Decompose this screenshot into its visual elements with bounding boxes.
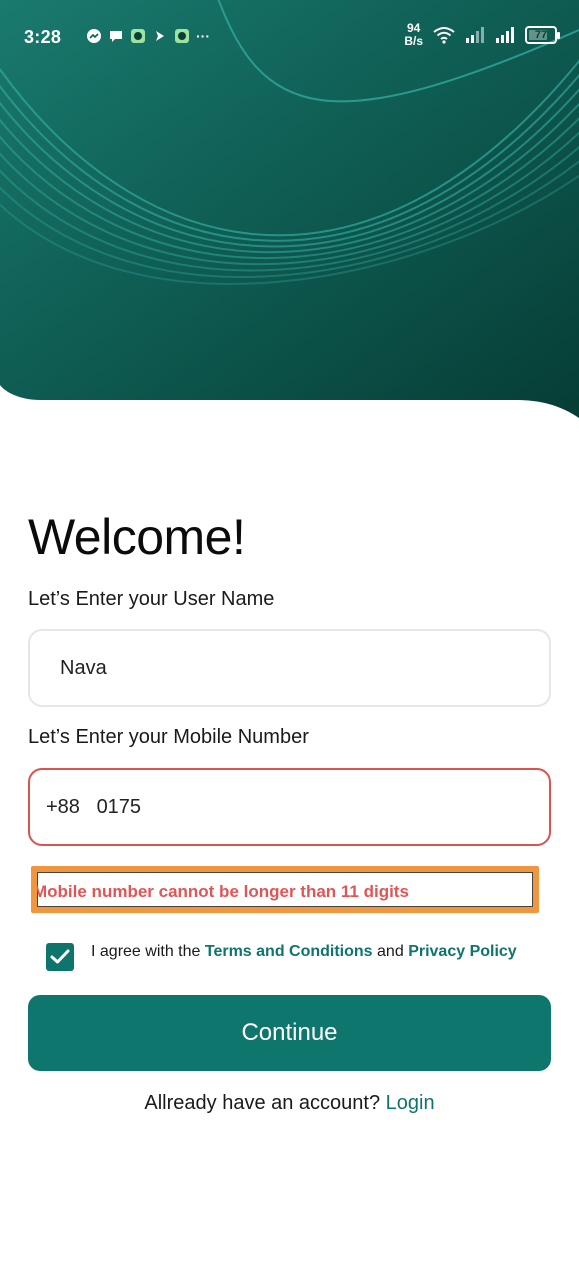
mobile-field[interactable]: +88: [28, 768, 551, 846]
chat-bubble-icon: [110, 31, 122, 42]
terms-link[interactable]: Terms and Conditions: [205, 943, 373, 960]
mobile-label: Let’s Enter your Mobile Number: [28, 726, 309, 748]
login-prompt: Allready have an account? Login: [0, 1092, 579, 1115]
agree-prefix: I agree with the: [91, 943, 201, 960]
app-icon: [131, 29, 145, 43]
battery-level: 77: [534, 29, 548, 41]
account-prompt: Allready have an account?: [144, 1092, 381, 1114]
country-code[interactable]: +88: [30, 796, 97, 819]
agree-checkbox[interactable]: [46, 943, 74, 971]
status-bar: 3:28 ··· 94 B/s 77: [0, 0, 579, 70]
more-notifications-icon: ···: [196, 28, 210, 44]
and-word: and: [377, 943, 404, 960]
signal-icon: [466, 27, 484, 43]
username-label: Let’s Enter your User Name: [28, 588, 275, 610]
notification-icons: ···: [86, 28, 210, 44]
battery-icon: 77: [525, 26, 560, 44]
agree-text: I agree with the Terms and Conditions an…: [91, 940, 521, 964]
mobile-input[interactable]: [96, 770, 549, 844]
status-time: 3:28: [24, 27, 62, 47]
error-message: Mobile number cannot be longer than 11 d…: [33, 882, 409, 901]
network-speed: 94 B/s: [404, 21, 423, 48]
app-icon: [175, 29, 189, 43]
signal-icon: [496, 27, 514, 43]
messenger-icon: [87, 29, 101, 43]
page-title: Welcome!: [28, 509, 246, 565]
wifi-icon: [433, 27, 455, 44]
error-highlight: Mobile number cannot be longer than 11 d…: [31, 866, 539, 913]
arrow-icon: [156, 31, 164, 41]
privacy-link[interactable]: Privacy Policy: [408, 943, 517, 960]
continue-button[interactable]: Continue: [28, 995, 551, 1071]
username-field[interactable]: [28, 629, 551, 707]
username-input[interactable]: [30, 631, 549, 705]
checkmark-icon: [50, 949, 70, 964]
login-link[interactable]: Login: [386, 1092, 435, 1114]
